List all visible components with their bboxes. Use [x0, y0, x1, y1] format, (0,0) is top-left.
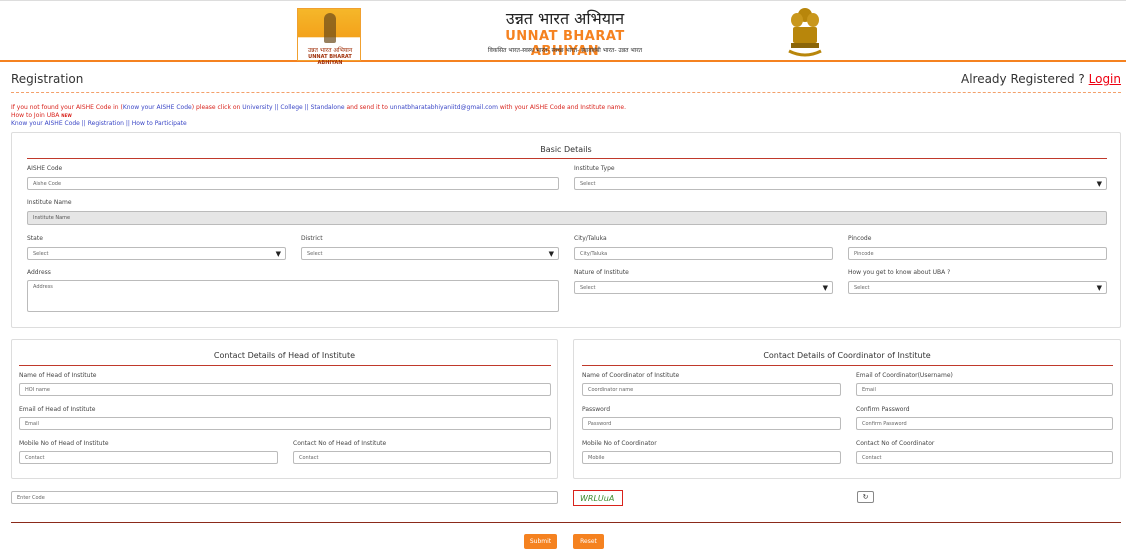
head-mobile-label: Mobile No of Head of Institute — [19, 440, 109, 447]
select-value: Select — [307, 251, 323, 257]
select-value: Select — [33, 251, 49, 257]
panel-title-underline — [582, 365, 1113, 366]
divider — [11, 92, 1121, 93]
gandhi-figure-icon — [324, 13, 336, 43]
head-contact-input[interactable]: Contact — [293, 451, 551, 464]
head-email-input[interactable]: Email — [19, 417, 551, 430]
site-header: उन्नत भारत अभियान UNNAT BHARAT ABHIYAN उ… — [0, 0, 1126, 66]
nature-select[interactable]: Select ▼ — [574, 281, 833, 294]
dropdown-arrow-icon: ▼ — [1096, 284, 1102, 292]
already-registered-text: Already Registered ? — [960, 72, 1085, 86]
uba-logo: उन्नत भारत अभियान UNNAT BHARAT ABHIYAN — [297, 8, 361, 66]
nature-label: Nature of Institute — [574, 269, 629, 276]
site-title-english: UNNAT BHARAT ABHIYAN — [505, 29, 625, 59]
note-text: If you not found your AISHE Code in ( — [11, 104, 123, 111]
select-value: Select — [854, 285, 870, 291]
refresh-icon: ↻ — [862, 493, 869, 501]
panel-title: Basic Details — [540, 145, 592, 154]
confirm-password-label: Confirm Password — [856, 406, 910, 413]
dropdown-arrow-icon: ▼ — [822, 284, 828, 292]
logo-text-english: UNNAT BHARAT ABHIYAN — [308, 54, 352, 66]
coord-email-label: Email of Coordinator(Username) — [856, 372, 953, 379]
how-to-join-link[interactable]: How to Join UBA — [11, 112, 59, 119]
already-registered: Already Registered ? Login — [961, 72, 1121, 86]
reset-button[interactable]: Reset — [573, 534, 604, 549]
select-value: Select — [580, 285, 596, 291]
captcha-image: WRLUuA — [573, 490, 623, 506]
panel-title: Contact Details of Head of Institute — [213, 351, 356, 360]
pincode-label: Pincode — [848, 235, 872, 242]
instructions: If you not found your AISHE Code in (Kno… — [11, 104, 626, 128]
captcha-input[interactable]: Enter Code — [11, 491, 558, 504]
panel-title-underline — [27, 158, 1107, 159]
page-title: Registration — [11, 72, 84, 86]
district-label: District — [301, 235, 323, 242]
know-aishe-link[interactable]: Know your AISHE Code — [123, 104, 192, 111]
note-text: and send it to — [344, 104, 390, 111]
password-label: Password — [582, 406, 611, 413]
site-subtitle: विकसित भारत-स्वस्थ भारत- स्वच्छ भारत- स्… — [487, 47, 643, 54]
dropdown-arrow-icon: ▼ — [275, 250, 281, 258]
know-uba-select[interactable]: Select ▼ — [848, 281, 1107, 294]
coord-contact-label: Contact No of Coordinator — [856, 440, 935, 447]
district-select[interactable]: Select ▼ — [301, 247, 559, 260]
address-label: Address — [27, 269, 51, 276]
submit-button[interactable]: Submit — [524, 534, 557, 549]
basic-details-panel: Basic Details AISHE Code Aishe Code Inst… — [11, 132, 1121, 328]
head-contact-panel: Contact Details of Head of Institute Nam… — [11, 339, 558, 479]
institute-name-input[interactable]: Institute Name — [27, 211, 1107, 225]
coord-mobile-input[interactable]: Mobile — [582, 451, 841, 464]
new-badge: NEW — [61, 113, 72, 118]
coord-mobile-label: Mobile No of Coordinator — [582, 440, 657, 447]
password-input[interactable]: Password — [582, 417, 841, 430]
coord-email-input[interactable]: Email — [856, 383, 1113, 396]
contact-email-link[interactable]: unnatbharatabhiyaniitd@gmail.com — [390, 104, 498, 111]
city-label: City/Taluka — [574, 235, 607, 242]
dropdown-arrow-icon: ▼ — [1096, 180, 1102, 188]
note-text: with your AISHE Code and Institute name. — [497, 104, 626, 111]
panel-title-underline — [19, 365, 551, 366]
head-contact-label: Contact No of Head of Institute — [293, 440, 387, 447]
coord-name-label: Name of Coordinator of Institute — [582, 372, 680, 379]
registration-link[interactable]: Registration — [88, 120, 124, 127]
know-uba-label: How you get to know about UBA ? — [848, 269, 951, 276]
city-input[interactable]: City/Taluka — [574, 247, 833, 260]
know-aishe-link-2[interactable]: Know your AISHE Code — [11, 120, 80, 127]
aishe-code-input[interactable]: Aishe Code — [27, 177, 559, 190]
state-label: State — [27, 235, 43, 242]
institute-type-label: Institute Type — [574, 165, 615, 172]
national-emblem-icon — [788, 8, 822, 57]
coord-contact-input[interactable]: Contact — [856, 451, 1113, 464]
separator: || — [79, 120, 88, 127]
aishe-code-label: AISHE Code — [27, 165, 63, 172]
coordinator-contact-panel: Contact Details of Coordinator of Instit… — [573, 339, 1121, 479]
refresh-captcha-button[interactable]: ↻ — [857, 491, 874, 503]
coord-name-input[interactable]: Coordinator name — [582, 383, 841, 396]
logo-text-hindi: उन्नत भारत अभियान — [307, 47, 353, 54]
select-value: Select — [580, 181, 596, 187]
institution-type-links[interactable]: University || College || Standalone — [242, 104, 344, 111]
institute-name-label: Institute Name — [27, 199, 72, 206]
separator: || — [123, 120, 132, 127]
institute-type-select[interactable]: Select ▼ — [574, 177, 1107, 190]
confirm-password-input[interactable]: Confirm Password — [856, 417, 1113, 430]
footer-divider — [11, 522, 1121, 523]
how-to-participate-link[interactable]: How to Participate — [132, 120, 187, 127]
head-mobile-input[interactable]: Contact — [19, 451, 278, 464]
site-title-hindi: उन्नत भारत अभियान — [505, 9, 625, 28]
panel-title: Contact Details of Coordinator of Instit… — [763, 351, 931, 360]
dropdown-arrow-icon: ▼ — [548, 250, 554, 258]
head-email-label: Email of Head of Institute — [19, 406, 96, 413]
state-select[interactable]: Select ▼ — [27, 247, 286, 260]
head-name-label: Name of Head of Institute — [19, 372, 97, 379]
login-link[interactable]: Login — [1089, 72, 1121, 86]
note-text: ) please click on — [191, 104, 243, 111]
head-name-input[interactable]: HOI name — [19, 383, 551, 396]
pincode-input[interactable]: Pincode — [848, 247, 1107, 260]
address-textarea[interactable]: Address — [27, 280, 559, 312]
